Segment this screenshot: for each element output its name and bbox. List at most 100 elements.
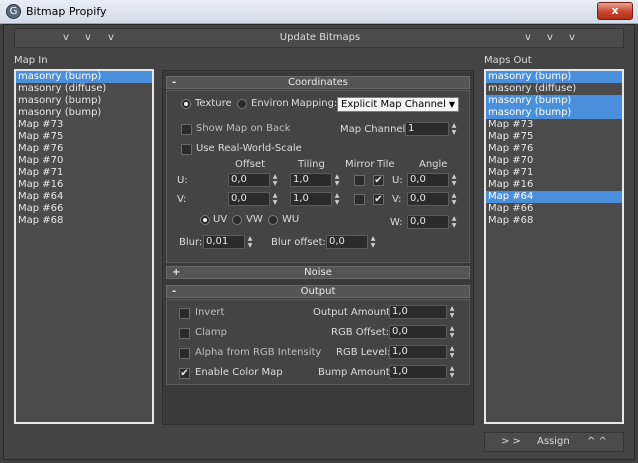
- list-item[interactable]: Map #71: [16, 167, 152, 179]
- list-item[interactable]: masonry (bump): [16, 95, 152, 107]
- spinner-icon[interactable]: ▲ ▼: [333, 173, 341, 187]
- spinner-icon[interactable]: ▲ ▼: [448, 365, 456, 379]
- output-amount-field[interactable]: 1,0: [389, 305, 447, 319]
- output-rollout-header[interactable]: - Output: [166, 285, 470, 298]
- list-item[interactable]: Map #71: [486, 167, 622, 179]
- environ-radio[interactable]: [237, 99, 247, 109]
- spinner-icon[interactable]: ▲ ▼: [271, 192, 279, 206]
- chevron-down-icon[interactable]: v: [525, 32, 531, 43]
- list-item[interactable]: masonry (diffuse): [16, 83, 152, 95]
- blur-offset-field[interactable]: 0,0: [326, 235, 368, 249]
- invert-checkbox[interactable]: [179, 308, 190, 319]
- list-item[interactable]: Map #66: [16, 203, 152, 215]
- list-item[interactable]: Map #75: [486, 131, 622, 143]
- close-button[interactable]: x: [597, 2, 633, 20]
- coordinates-title: Coordinates: [287, 77, 349, 88]
- tile-column-label: Tile: [377, 159, 395, 170]
- v-angle-field[interactable]: 0,0: [407, 192, 449, 206]
- assign-button[interactable]: Assign: [537, 436, 570, 447]
- texture-label: Texture: [195, 98, 232, 109]
- u-angle-field[interactable]: 0,0: [407, 173, 449, 187]
- list-item[interactable]: Map #16: [486, 179, 622, 191]
- u-offset-field[interactable]: 0,0: [228, 173, 270, 187]
- list-item[interactable]: masonry (bump): [486, 107, 622, 119]
- coordinates-rollout-header[interactable]: - Coordinates: [166, 76, 470, 89]
- enable-color-map-checkbox[interactable]: ✔: [179, 368, 190, 379]
- list-item[interactable]: Map #66: [486, 203, 622, 215]
- list-item[interactable]: Map #73: [486, 119, 622, 131]
- blur-offset-label: Blur offset:: [271, 237, 326, 248]
- v-mirror-checkbox[interactable]: [354, 194, 365, 205]
- list-item[interactable]: Map #73: [16, 119, 152, 131]
- vw-radio[interactable]: [232, 215, 242, 225]
- list-item[interactable]: Map #64: [16, 191, 152, 203]
- rgb-offset-field[interactable]: 0,0: [389, 325, 447, 339]
- bump-amount-field[interactable]: 1,0: [389, 365, 447, 379]
- spinner-icon[interactable]: ▲ ▼: [246, 235, 254, 249]
- spinner-icon[interactable]: ▲ ▼: [448, 305, 456, 319]
- chevron-down-icon[interactable]: v: [569, 32, 575, 43]
- maps-out-label: Maps Out: [484, 55, 532, 66]
- list-item[interactable]: Map #64: [486, 191, 622, 203]
- maps-out-list[interactable]: masonry (bump) masonry (diffuse) masonry (…: [484, 69, 624, 424]
- show-map-on-back-checkbox[interactable]: [181, 124, 192, 135]
- mapping-dropdown[interactable]: Explicit Map Channel ▼: [337, 97, 459, 112]
- u-tiling-field[interactable]: 1,0: [290, 173, 332, 187]
- uv-radio[interactable]: [200, 215, 210, 225]
- use-real-world-scale-checkbox[interactable]: [181, 144, 192, 155]
- wu-label: WU: [282, 214, 300, 225]
- spinner-icon[interactable]: ▲ ▼: [450, 122, 458, 136]
- wu-radio[interactable]: [268, 215, 278, 225]
- list-item[interactable]: Map #68: [16, 215, 152, 227]
- u-mirror-checkbox[interactable]: [354, 175, 365, 186]
- output-amount-label: Output Amount:: [313, 307, 394, 318]
- spinner-icon[interactable]: ▲ ▼: [333, 192, 341, 206]
- forward-button[interactable]: > >: [501, 436, 521, 447]
- spinner-icon[interactable]: ▲ ▼: [448, 325, 456, 339]
- update-bitmaps-bar[interactable]: v v v Update Bitmaps v v v: [14, 28, 624, 48]
- list-item[interactable]: Map #75: [16, 131, 152, 143]
- texture-radio[interactable]: [181, 99, 191, 109]
- blur-field[interactable]: 0,01: [203, 235, 245, 249]
- list-item[interactable]: Map #70: [16, 155, 152, 167]
- u-tile-checkbox[interactable]: ✔: [373, 175, 384, 186]
- chevron-down-icon[interactable]: v: [547, 32, 553, 43]
- show-map-on-back-label: Show Map on Back: [196, 123, 291, 134]
- rgb-level-field[interactable]: 1,0: [389, 345, 447, 359]
- v-offset-field[interactable]: 0,0: [228, 192, 270, 206]
- list-item[interactable]: Map #16: [16, 179, 152, 191]
- up-button[interactable]: ^ ^: [587, 436, 607, 447]
- parameter-panel: - Coordinates Texture Environ Mapping: E…: [162, 70, 474, 425]
- list-item[interactable]: masonry (bump): [486, 95, 622, 107]
- list-item[interactable]: Map #76: [486, 143, 622, 155]
- list-item[interactable]: masonry (diffuse): [486, 83, 622, 95]
- spinner-icon[interactable]: ▲ ▼: [450, 173, 458, 187]
- mapping-value: Explicit Map Channel: [341, 99, 446, 110]
- v-tiling-field[interactable]: 1,0: [290, 192, 332, 206]
- map-in-list[interactable]: masonry (bump) masonry (diffuse) masonry (…: [14, 69, 154, 424]
- list-item[interactable]: masonry (bump): [16, 71, 152, 83]
- list-item[interactable]: Map #76: [16, 143, 152, 155]
- spinner-icon[interactable]: ▲ ▼: [271, 173, 279, 187]
- spinner-icon[interactable]: ▲ ▼: [448, 345, 456, 359]
- u-angle-label: U:: [392, 175, 403, 186]
- clamp-checkbox[interactable]: [179, 328, 190, 339]
- map-channel-field[interactable]: 1: [405, 122, 449, 136]
- noise-rollout-header[interactable]: + Noise: [166, 266, 470, 279]
- alpha-from-rgb-checkbox[interactable]: [179, 348, 190, 359]
- window-title: Bitmap Propify: [26, 5, 107, 18]
- vw-label: VW: [246, 214, 263, 225]
- list-item[interactable]: masonry (bump): [486, 71, 622, 83]
- spinner-icon[interactable]: ▲ ▼: [450, 215, 458, 229]
- enable-color-map-label: Enable Color Map: [195, 367, 283, 378]
- update-bitmaps-button[interactable]: Update Bitmaps: [15, 32, 625, 43]
- spinner-icon[interactable]: ▲ ▼: [369, 235, 377, 249]
- w-angle-field[interactable]: 0,0: [407, 215, 449, 229]
- list-item[interactable]: masonry (bump): [16, 107, 152, 119]
- spinner-icon[interactable]: ▲ ▼: [450, 192, 458, 206]
- assign-bar: > > Assign ^ ^: [484, 432, 624, 452]
- uv-label: UV: [213, 214, 228, 225]
- list-item[interactable]: Map #68: [486, 215, 622, 227]
- v-tile-checkbox[interactable]: ✔: [373, 194, 384, 205]
- list-item[interactable]: Map #70: [486, 155, 622, 167]
